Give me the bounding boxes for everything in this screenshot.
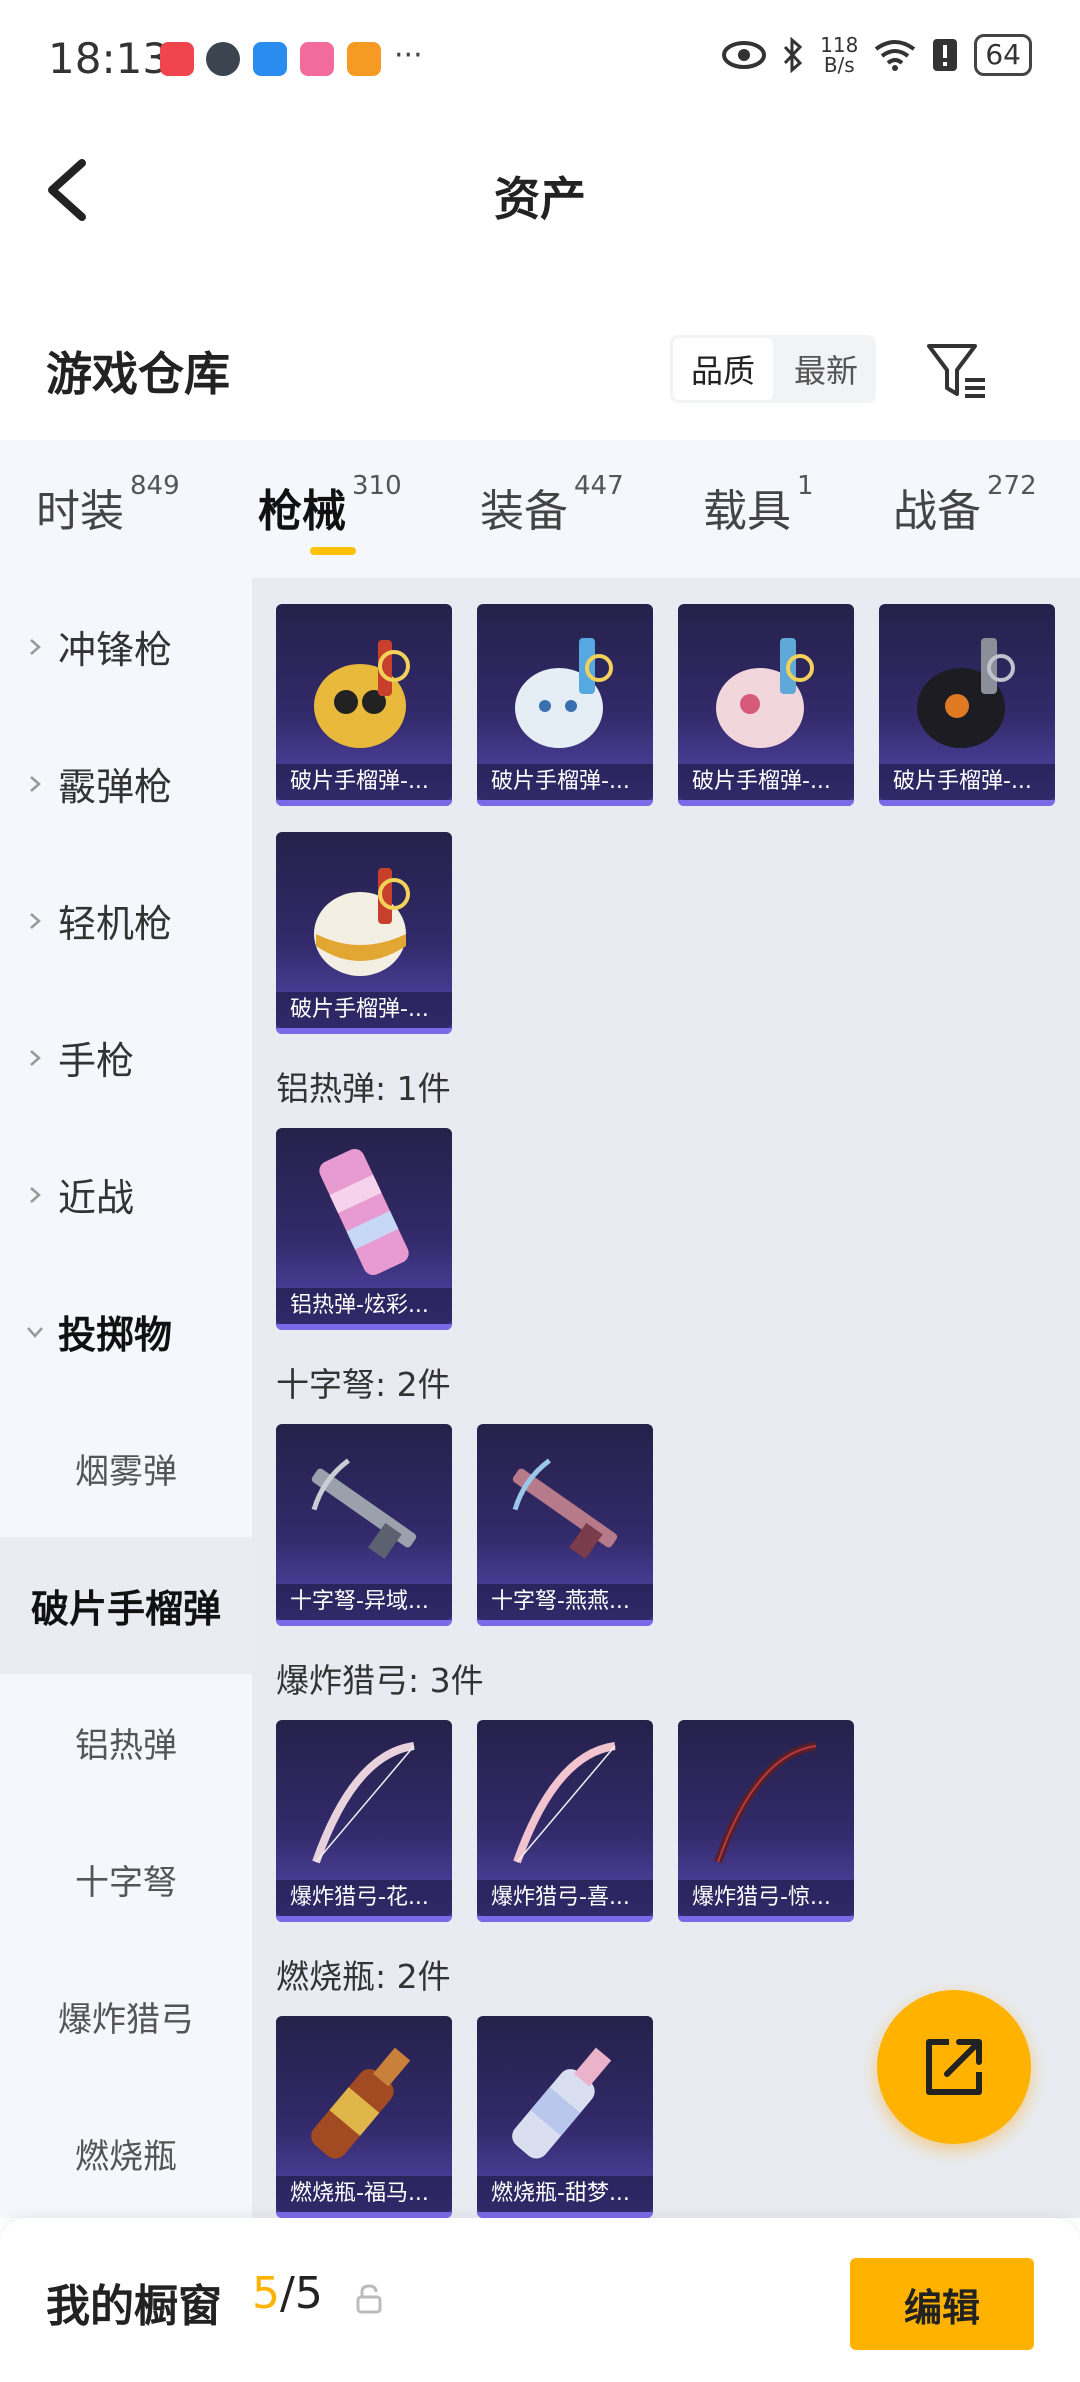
chevron-right-icon <box>30 775 41 792</box>
grenade-icon <box>515 638 613 748</box>
page-title: 资产 <box>494 172 586 226</box>
sidebar-item-lmg[interactable]: 轻机枪 <box>0 852 252 989</box>
item-card[interactable]: 破片手榴弹-... <box>477 604 653 806</box>
item-card[interactable]: 破片手榴弹-... <box>276 604 452 806</box>
sort-by-newest-button[interactable]: 最新 <box>776 335 876 403</box>
sidebar-sub-molotov[interactable]: 燃烧瓶 <box>0 2085 252 2222</box>
item-grid: 破片手榴弹-... 破片手榴弹-... 破片手榴弹-... 破片手榴弹-... <box>252 578 1080 2218</box>
tab-firearms[interactable]: 枪械 310 <box>258 471 402 539</box>
share-external-icon <box>926 2039 982 2095</box>
group-title-thermite: 铝热弹: 1件 <box>276 1069 451 1108</box>
warehouse-title: 游戏仓库 <box>46 347 230 401</box>
group-title-explosive-bow: 爆炸猎弓: 3件 <box>276 1661 484 1700</box>
group-title-crossbow: 十字弩: 2件 <box>276 1365 451 1404</box>
item-card[interactable]: 十字弩-燕燕... <box>477 1424 653 1626</box>
status-time: 18:13 <box>48 34 170 83</box>
item-card[interactable]: 破片手榴弹-... <box>879 604 1055 806</box>
sidebar-item-melee[interactable]: 近战 <box>0 1126 252 1263</box>
item-card[interactable]: 爆炸猎弓-花... <box>276 1720 452 1922</box>
lock-icon <box>356 2284 382 2314</box>
crossbow-icon <box>512 1458 618 1559</box>
tab-vehicles[interactable]: 载具 1 <box>703 471 814 539</box>
status-bar: 18:13 ··· 118 B/s 64 <box>0 0 1080 125</box>
chevron-right-icon <box>30 638 41 655</box>
showcase-count: 5/5 <box>252 2268 323 2319</box>
sidebar-sub-thermite[interactable]: 铝热弹 <box>0 1674 252 1811</box>
filter-icon[interactable] <box>925 340 989 404</box>
item-card[interactable]: 破片手榴弹-... <box>276 832 452 1034</box>
item-card[interactable]: 爆炸猎弓-喜... <box>477 1720 653 1922</box>
active-tab-indicator <box>310 547 356 555</box>
sidebar-sub-crossbow[interactable]: 十字弩 <box>0 1811 252 1948</box>
grenade-icon <box>314 868 410 976</box>
sidebar-sub-explosive-bow[interactable]: 爆炸猎弓 <box>0 1948 252 2085</box>
tab-equipment[interactable]: 装备 447 <box>480 471 624 539</box>
chevron-right-icon <box>30 1186 41 1203</box>
molotov-icon <box>512 2047 612 2159</box>
showcase-bar: 我的橱窗 5/5 编辑 <box>0 2218 1080 2382</box>
chevron-right-icon <box>30 1049 41 1066</box>
sidebar-item-shotgun[interactable]: 霰弹枪 <box>0 715 252 852</box>
share-fab-button[interactable] <box>877 1990 1031 2144</box>
sort-by-quality-button[interactable]: 品质 <box>673 338 773 400</box>
item-card[interactable]: 燃烧瓶-甜梦... <box>477 2016 653 2218</box>
showcase-title: 我的橱窗 <box>46 2281 222 2332</box>
bow-icon <box>312 1742 415 1864</box>
tab-fashion[interactable]: 时装 849 <box>36 471 180 539</box>
alert-icon <box>933 39 958 71</box>
sort-toggle: 品质 最新 <box>670 335 876 403</box>
wifi-icon <box>875 40 916 71</box>
grenade-icon <box>716 638 814 748</box>
sidebar-item-throwables[interactable]: 投掷物 <box>0 1263 252 1400</box>
category-tab-bar: 时装 849 枪械 310 装备 447 载具 1 战备 272 <box>0 440 1080 578</box>
bow-icon <box>513 1742 616 1864</box>
grenade-icon <box>314 640 410 748</box>
bluetooth-icon <box>784 37 803 73</box>
orange-app-notification-icon <box>347 42 381 76</box>
sidebar-sub-smoke-grenade[interactable]: 烟雾弹 <box>0 1400 252 1537</box>
thermite-grenade-icon <box>319 1148 409 1276</box>
app-bar: 资产 <box>0 125 1080 255</box>
sidebar-item-smg[interactable]: 冲锋枪 <box>0 578 252 715</box>
item-card[interactable]: 爆炸猎弓-惊... <box>678 1720 854 1922</box>
group-title-molotov: 燃烧瓶: 2件 <box>276 1957 451 1996</box>
grenade-icon <box>917 638 1015 748</box>
tab-combat-gear[interactable]: 战备 272 <box>893 471 1037 539</box>
item-card[interactable]: 十字弩-异域... <box>276 1424 452 1626</box>
chevron-down-icon <box>27 1326 43 1338</box>
pink-app-notification-icon <box>300 42 334 76</box>
molotov-icon <box>311 2047 411 2159</box>
crossbow-icon <box>311 1458 417 1559</box>
warehouse-header: 游戏仓库 品质 最新 <box>0 300 1080 440</box>
battery-indicator: 64 <box>974 34 1032 76</box>
category-sidebar: 冲锋枪 霰弹枪 轻机枪 手枪 近战 投掷物 烟雾弹 破片手榴弹 铝热弹 十字弩 … <box>0 578 252 2218</box>
sidebar-item-pistol[interactable]: 手枪 <box>0 989 252 1126</box>
bow-icon <box>714 1742 817 1864</box>
red-app-notification-icon <box>160 42 194 76</box>
bluetooth-notification-icon <box>253 42 287 76</box>
avatar-notification-icon <box>206 42 240 76</box>
item-card[interactable]: 铝热弹-炫彩... <box>276 1128 452 1330</box>
network-speed: 118 B/s <box>820 33 859 77</box>
eye-icon <box>722 41 767 69</box>
sidebar-sub-frag-grenade[interactable]: 破片手榴弹 <box>0 1537 252 1674</box>
more-notifications-icon: ··· <box>394 38 423 73</box>
item-card[interactable]: 破片手榴弹-... <box>678 604 854 806</box>
edit-button[interactable]: 编辑 <box>850 2258 1034 2350</box>
chevron-right-icon <box>30 912 41 929</box>
item-card[interactable]: 燃烧瓶-福马... <box>276 2016 452 2218</box>
